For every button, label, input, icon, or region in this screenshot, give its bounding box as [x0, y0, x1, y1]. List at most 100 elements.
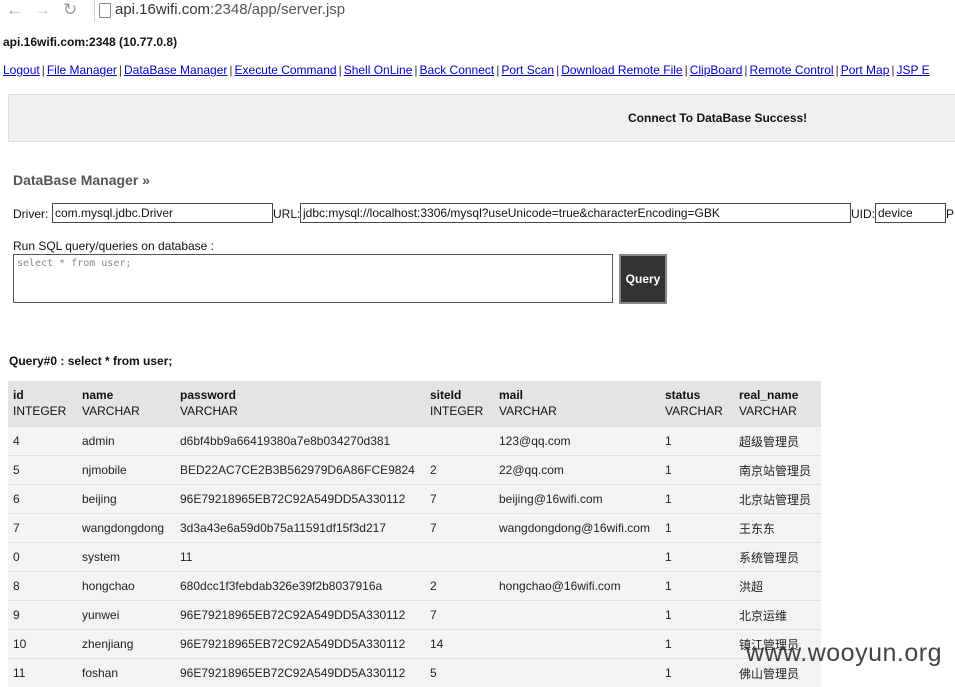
table-cell: 4: [8, 427, 77, 456]
table-row: 4admind6bf4bb9a66419380a7e8b034270d38112…: [8, 427, 821, 456]
table-cell: 0: [8, 543, 77, 572]
column-type: INTEGER: [430, 403, 489, 419]
menu-separator: |: [742, 63, 749, 77]
table-cell: 96E79218965EB72C92A549DD5A330112: [175, 485, 425, 514]
table-cell: 8: [8, 572, 77, 601]
address-bar[interactable]: api.16wifi.com:2348/app/server.jsp: [94, 0, 955, 22]
table-cell: [425, 543, 494, 572]
table-cell: admin: [77, 427, 175, 456]
table-cell: 10: [8, 630, 77, 659]
table-cell: wangdongdong: [77, 514, 175, 543]
query-button[interactable]: Query: [619, 254, 667, 304]
column-header: real_nameVARCHAR: [734, 381, 821, 427]
query-result-title: Query#0 : select * from user;: [9, 354, 172, 368]
table-row: 9yunwei96E79218965EB72C92A549DD5A3301127…: [8, 601, 821, 630]
menu-separator: |: [117, 63, 124, 77]
menu-separator: |: [40, 63, 47, 77]
menu-link[interactable]: ClipBoard: [690, 63, 743, 77]
driver-input[interactable]: [52, 203, 273, 223]
table-cell: 1: [660, 456, 734, 485]
table-cell: yunwei: [77, 601, 175, 630]
table-cell: 1: [660, 514, 734, 543]
column-type: VARCHAR: [739, 403, 816, 419]
table-row: 0system111系统管理员: [8, 543, 821, 572]
menu-link[interactable]: Logout: [3, 63, 40, 77]
table-cell: 1: [660, 427, 734, 456]
menu-link[interactable]: Execute Command: [235, 63, 337, 77]
table-cell: 96E79218965EB72C92A549DD5A330112: [175, 601, 425, 630]
table-cell: 3d3a43e6a59d0b75a11591df15f3d217: [175, 514, 425, 543]
table-cell: 96E79218965EB72C92A549DD5A330112: [175, 630, 425, 659]
column-type: VARCHAR: [180, 403, 420, 419]
column-name: real_name: [739, 387, 816, 403]
table-cell: 123@qq.com: [494, 427, 660, 456]
table-cell: beijing@16wifi.com: [494, 485, 660, 514]
status-banner: Connect To DataBase Success!: [8, 94, 955, 142]
back-arrow-icon[interactable]: ←: [6, 0, 23, 20]
column-type: INTEGER: [13, 403, 72, 419]
menu-link[interactable]: File Manager: [47, 63, 117, 77]
table-cell: hongchao@16wifi.com: [494, 572, 660, 601]
menu-link[interactable]: Shell OnLine: [344, 63, 413, 77]
table-cell: BED22AC7CE2B3B562979D6A86FCE9824: [175, 456, 425, 485]
column-header: siteIdINTEGER: [425, 381, 494, 427]
table-cell: 9: [8, 601, 77, 630]
menu-link[interactable]: Back Connect: [420, 63, 495, 77]
host-info: api.16wifi.com:2348 (10.77.0.8): [3, 35, 177, 49]
forward-arrow-icon[interactable]: →: [34, 0, 51, 20]
column-name: password: [180, 387, 420, 403]
password-label: P: [946, 207, 954, 221]
table-cell: 2: [425, 572, 494, 601]
column-name: mail: [499, 387, 655, 403]
table-row: 7wangdongdong3d3a43e6a59d0b75a11591df15f…: [8, 514, 821, 543]
table-cell: 南京站管理员: [734, 456, 821, 485]
table-row: 8hongchao680dcc1f3febdab326e39f2b8037916…: [8, 572, 821, 601]
status-message: Connect To DataBase Success!: [628, 111, 807, 125]
menu-link[interactable]: Port Map: [841, 63, 890, 77]
main-menu: Logout|File Manager|DataBase Manager|Exe…: [3, 63, 930, 77]
table-cell: wangdongdong@16wifi.com: [494, 514, 660, 543]
table-cell: 22@qq.com: [494, 456, 660, 485]
column-name: siteId: [430, 387, 489, 403]
url-path: :2348/app/server.jsp: [210, 1, 345, 18]
column-name: status: [665, 387, 729, 403]
jdbc-url-input[interactable]: [300, 203, 851, 223]
table-row: 10zhenjiang96E79218965EB72C92A549DD5A330…: [8, 630, 821, 659]
uid-input[interactable]: [875, 203, 946, 223]
table-cell: 2: [425, 456, 494, 485]
table-cell: 11: [175, 543, 425, 572]
url-label: URL:: [273, 207, 300, 221]
menu-link[interactable]: DataBase Manager: [124, 63, 227, 77]
sql-query-input[interactable]: select * from user;: [13, 254, 613, 303]
menu-link[interactable]: Download Remote File: [561, 63, 682, 77]
watermark: www.wooyun.org: [746, 639, 942, 668]
menu-link[interactable]: Remote Control: [750, 63, 834, 77]
url-host: api.16wifi.com: [115, 1, 210, 18]
sql-label: Run SQL query/queries on database :: [13, 239, 214, 253]
column-header: idINTEGER: [8, 381, 77, 427]
column-header: nameVARCHAR: [77, 381, 175, 427]
table-cell: 系统管理员: [734, 543, 821, 572]
table-header-row: idINTEGERnameVARCHARpasswordVARCHARsiteI…: [8, 381, 821, 427]
table-cell: 680dcc1f3febdab326e39f2b8037916a: [175, 572, 425, 601]
driver-label: Driver:: [13, 207, 48, 221]
table-row: 6beijing96E79218965EB72C92A549DD5A330112…: [8, 485, 821, 514]
reload-icon[interactable]: ↻: [63, 0, 77, 20]
menu-separator: |: [227, 63, 234, 77]
table-cell: 7: [425, 514, 494, 543]
column-name: name: [82, 387, 170, 403]
table-cell: system: [77, 543, 175, 572]
menu-link[interactable]: JSP E: [897, 63, 930, 77]
table-cell: beijing: [77, 485, 175, 514]
menu-link[interactable]: Port Scan: [501, 63, 554, 77]
table-cell: 1: [660, 485, 734, 514]
menu-separator: |: [683, 63, 690, 77]
table-cell: 1: [660, 543, 734, 572]
results-table: idINTEGERnameVARCHARpasswordVARCHARsiteI…: [8, 381, 821, 687]
table-cell: 1: [660, 601, 734, 630]
browser-toolbar: ← → ↻ api.16wifi.com:2348/app/server.jsp: [0, 0, 955, 22]
table-cell: 北京运维: [734, 601, 821, 630]
column-type: VARCHAR: [82, 403, 170, 419]
column-type: VARCHAR: [499, 403, 655, 419]
table-cell: 7: [8, 514, 77, 543]
